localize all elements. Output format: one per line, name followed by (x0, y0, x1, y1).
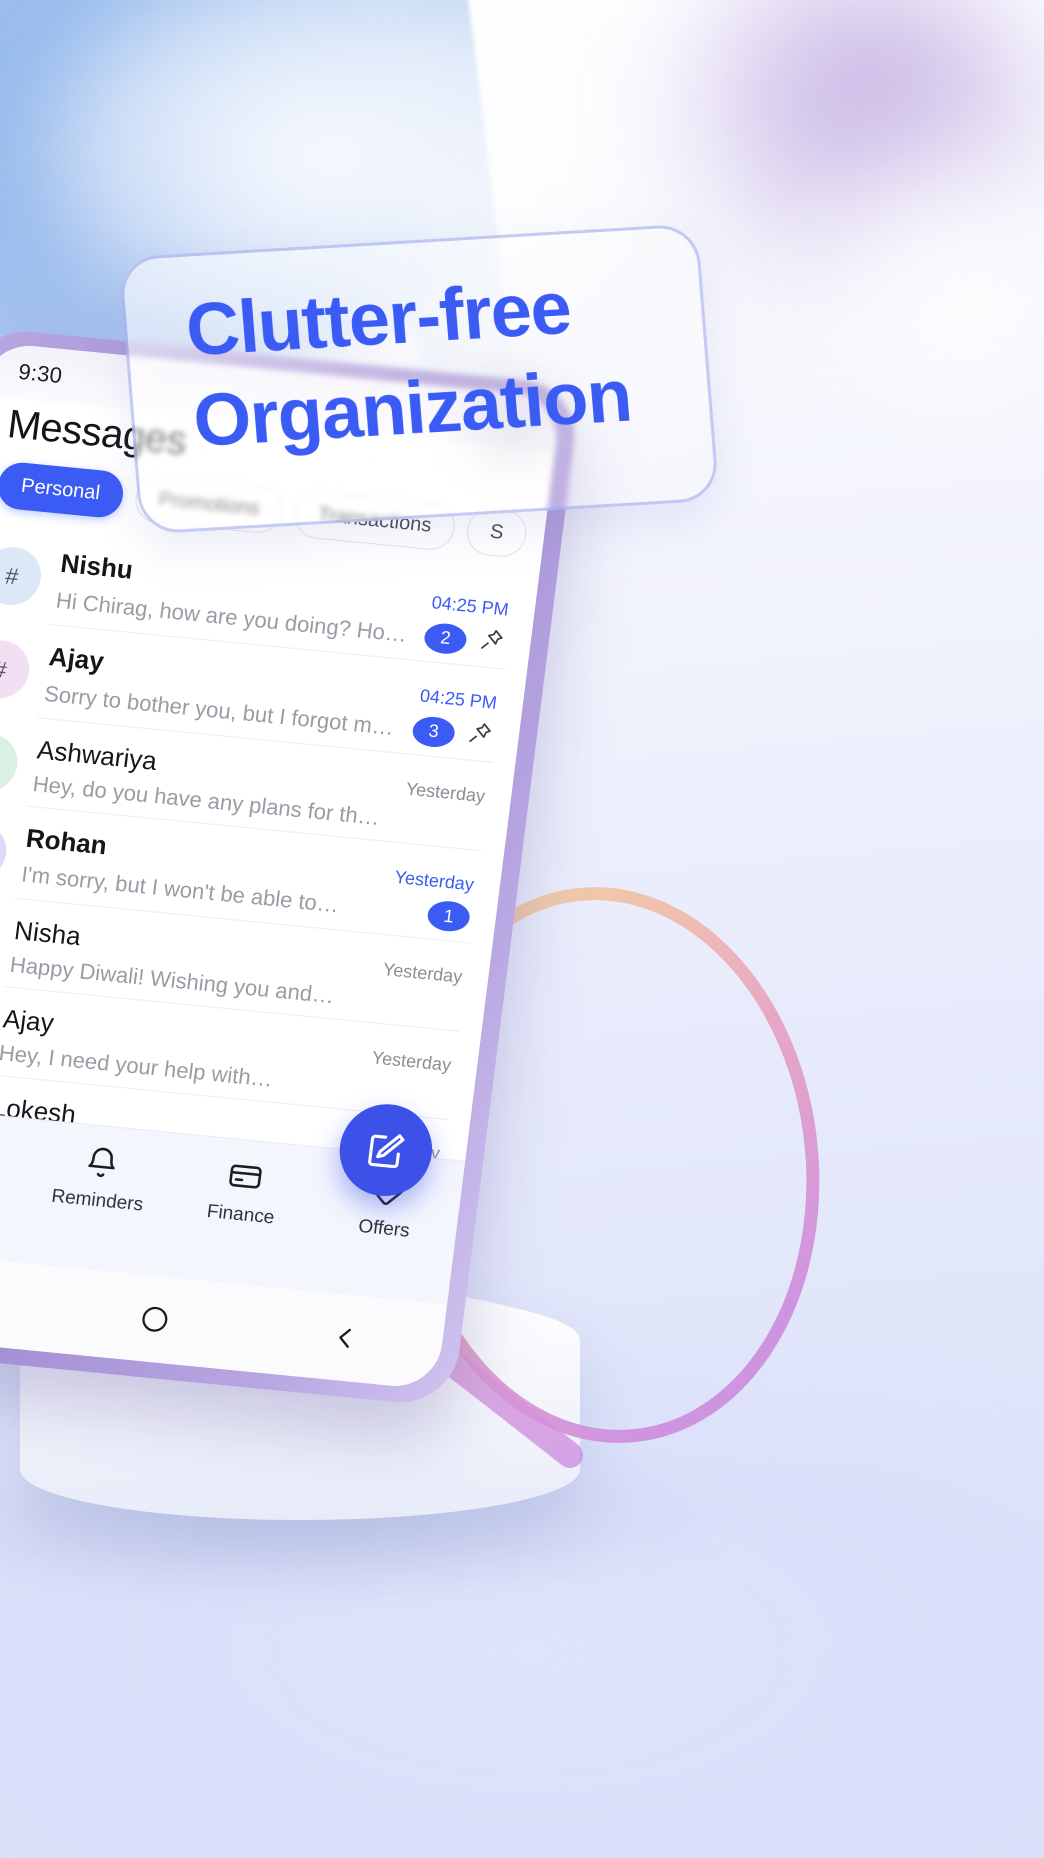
sender-name: Nishu (59, 547, 135, 585)
back-icon[interactable] (248, 1312, 443, 1364)
compose-icon (368, 1134, 405, 1169)
bell-icon (82, 1141, 123, 1184)
nav-item-label: Reminders (50, 1185, 145, 1216)
nav-item-label: Offers (357, 1215, 411, 1242)
message-timestamp: 04:25 PM (430, 592, 510, 620)
sender-name: Ajay (47, 641, 106, 677)
avatar: # (0, 544, 45, 608)
headline-card: Clutter-free Organization (118, 223, 720, 535)
sender-name: Ashwariya (35, 734, 159, 776)
credit-card-icon (225, 1155, 266, 1198)
avatar: # (0, 731, 21, 795)
pin-indicator[interactable] (465, 719, 495, 752)
unread-count-badge: 3 (410, 714, 457, 749)
avatar: # (0, 819, 10, 883)
unread-count-badge: 1 (425, 899, 472, 934)
message-timestamp: Yesterday (381, 959, 464, 987)
home-icon[interactable] (57, 1293, 252, 1345)
unread-count-badge: 2 (422, 621, 469, 656)
sender-name: Nisha (12, 915, 83, 952)
pin-indicator[interactable] (476, 626, 506, 659)
message-timestamp: Yesterday (404, 778, 487, 807)
nav-item-finance[interactable]: Finance (168, 1150, 320, 1234)
pin-icon (469, 723, 491, 743)
nav-item-reminders[interactable]: Reminders (24, 1136, 176, 1220)
recents-icon[interactable] (0, 1274, 61, 1326)
sender-name: Ajay (1, 1003, 56, 1039)
nav-item-label: Finance (205, 1201, 276, 1229)
message-list[interactable]: # Nishu 04:25 PM Hi Chirag, how are you doi… (0, 522, 539, 1161)
sender-name: Rohan (24, 822, 109, 861)
message-timestamp: Yesterday (393, 866, 476, 895)
message-timestamp: 04:25 PM (418, 685, 499, 713)
headline-text: Clutter-free Organization (183, 259, 724, 464)
message-timestamp: Yesterday (370, 1047, 453, 1076)
pin-icon (481, 629, 503, 649)
status-bar-time: 9:30 (17, 358, 64, 389)
avatar: # (0, 637, 33, 701)
